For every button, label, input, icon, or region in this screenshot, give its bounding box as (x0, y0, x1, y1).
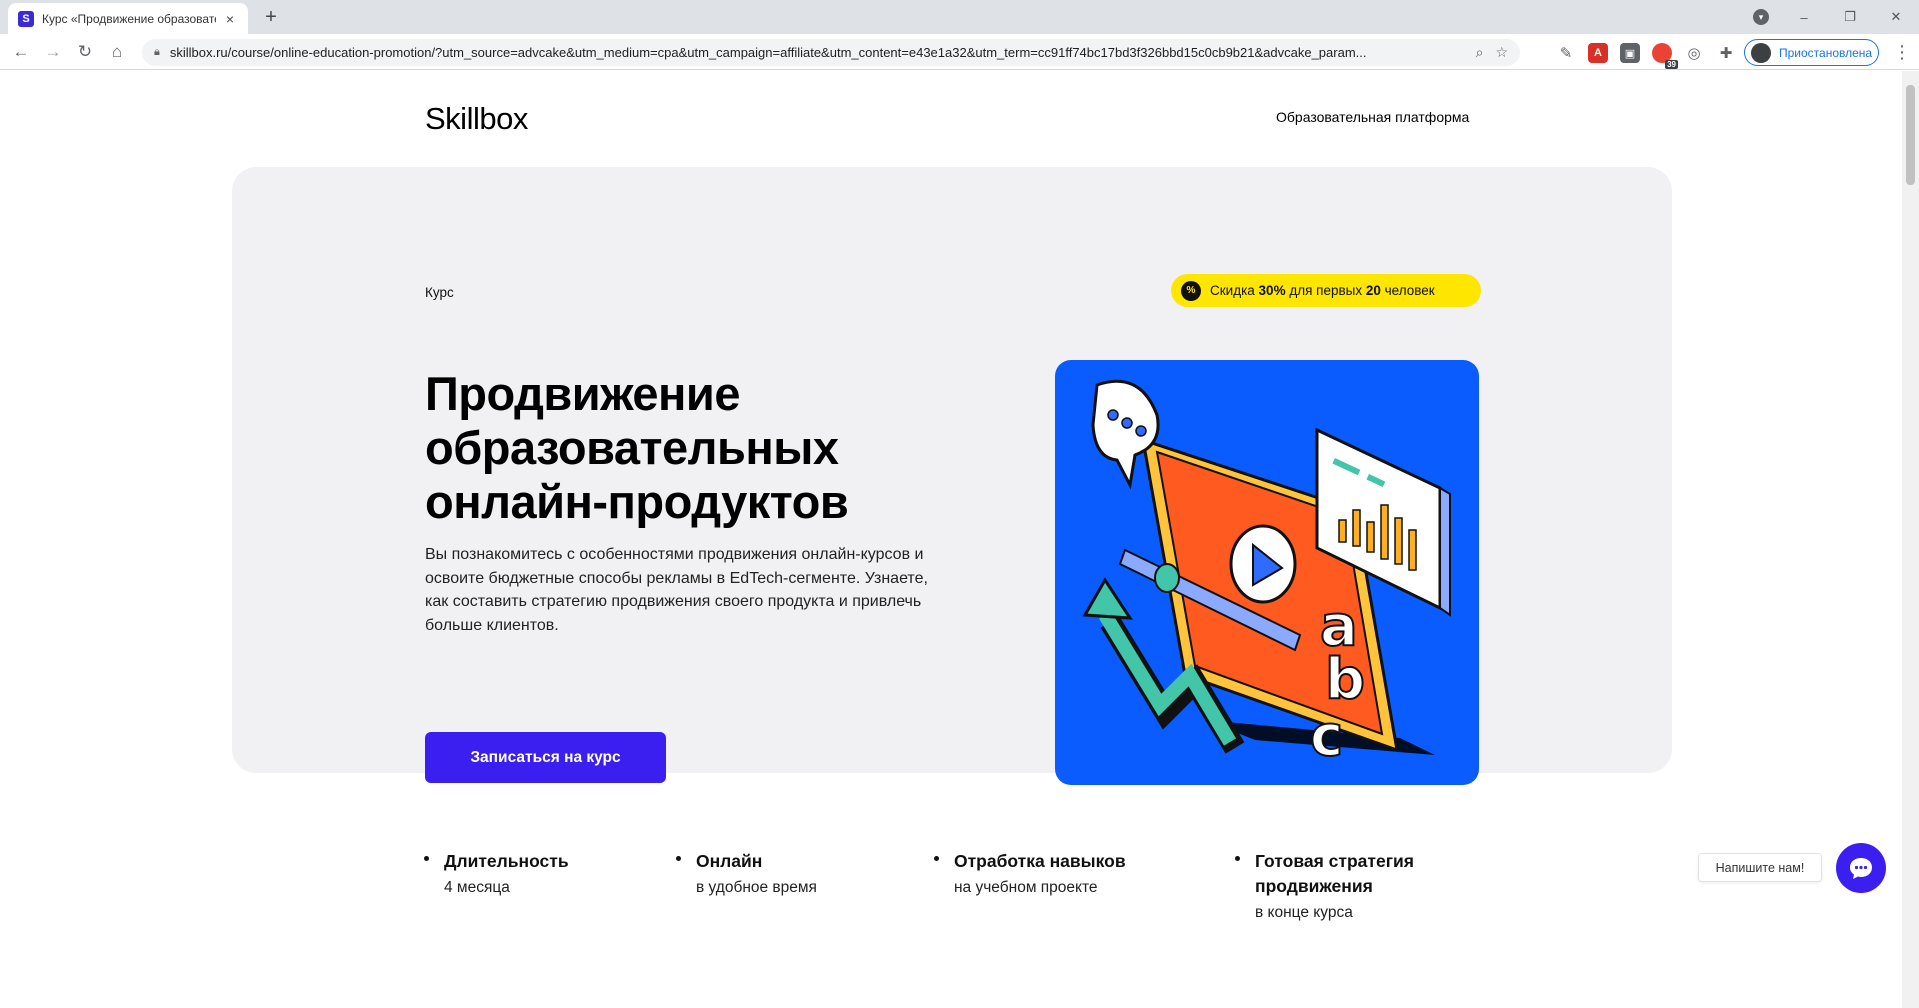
chat-label[interactable]: Напишите нам! (1698, 853, 1822, 882)
pdf-icon[interactable]: A (1588, 43, 1608, 63)
window-controls: – ❐ ✕ (1781, 0, 1919, 34)
scroll-thumb[interactable] (1906, 85, 1915, 185)
feature-strategy: Готовая стратегия продвижения в конце ку… (1235, 849, 1455, 925)
hero-description: Вы познакомитесь с особенностями продвиж… (425, 546, 928, 634)
skillbox-logo[interactable]: Skillbox (425, 101, 528, 137)
maximize-button[interactable]: ❐ (1827, 9, 1873, 25)
new-tab-button[interactable]: + (258, 5, 284, 31)
feature-sub: в удобное время (696, 879, 817, 896)
feature-title: Готовая стратегия продвижения (1255, 851, 1414, 896)
circle-ext-icon[interactable]: ◎ (1684, 43, 1704, 63)
illustration-svg: a b c (1082, 379, 1451, 770)
forward-icon[interactable]: → (40, 39, 66, 65)
minimize-button[interactable]: – (1781, 10, 1827, 25)
bullet-icon (676, 856, 681, 861)
platform-link[interactable]: Образовательная платформа (1276, 109, 1469, 125)
home-icon[interactable]: ⌂ (104, 39, 130, 65)
feature-title: Онлайн (696, 851, 763, 871)
course-illustration: a b c (1055, 360, 1479, 785)
address-bar[interactable]: 🔒︎ skillbox.ru/course/online-education-p… (142, 39, 1520, 66)
red-ext-icon[interactable]: 39 (1652, 43, 1678, 69)
discount-suffix: человек (1380, 283, 1435, 298)
skillbox-favicon-icon: S (18, 10, 34, 27)
enroll-button[interactable]: Записаться на курс (425, 732, 666, 783)
bullet-icon (1235, 856, 1240, 861)
close-window-button[interactable]: ✕ (1873, 9, 1919, 25)
page-scrollbar[interactable] (1902, 71, 1919, 1008)
discount-percent: 30% (1258, 283, 1286, 298)
letter-b: b (1325, 647, 1365, 712)
browser-toolbar: ← → ↻ ⌂ 🔒︎ skillbox.ru/course/online-edu… (0, 34, 1919, 70)
tab-bar: S Курс «Продвижение образовательных × + … (0, 0, 1919, 34)
feature-duration: Длительность 4 месяца (424, 849, 569, 900)
chat-button[interactable] (1836, 843, 1886, 893)
profile-label: Приостановлена (1779, 45, 1873, 60)
course-label: Курс (425, 285, 454, 300)
feature-sub: в конце курса (1255, 904, 1353, 921)
reload-icon[interactable]: ↻ (72, 39, 98, 65)
puzzle-icon[interactable]: ✚ (1716, 43, 1736, 63)
ext-icon[interactable]: ▣ (1620, 43, 1640, 63)
avatar (1751, 42, 1771, 63)
bullet-icon (424, 856, 429, 861)
feature-sub: на учебном проекте (954, 879, 1098, 896)
url-text[interactable]: skillbox.ru/course/online-education-prom… (170, 45, 1464, 60)
page-viewport: Skillbox Образовательная платформа Курс … (0, 71, 1902, 1008)
feature-title: Отработка навыков (954, 851, 1126, 871)
discount-count: 20 (1365, 283, 1381, 298)
hero-section: Курс % Скидка 30% для первых 20 человек … (232, 167, 1672, 785)
discount-badge: % Скидка 30% для первых 20 человек (1171, 274, 1481, 307)
feature-online: Онлайн в удобное время (676, 849, 817, 900)
lock-icon[interactable]: 🔒︎ (154, 46, 160, 59)
feature-sub: 4 месяца (444, 879, 510, 896)
back-icon[interactable]: ← (8, 39, 34, 65)
discount-prefix: Скидка (1210, 283, 1259, 298)
tab-close-icon[interactable]: × (222, 11, 238, 27)
ext-badge: 39 (1665, 60, 1678, 69)
tab-title: Курс «Продвижение образовательных (42, 11, 216, 26)
discount-middle: для первых (1285, 283, 1366, 298)
bullet-icon (934, 856, 939, 861)
bookmark-star-icon[interactable]: ☆ (1495, 44, 1508, 61)
profile-button[interactable]: Приостановлена (1744, 39, 1879, 66)
browser-menu-icon[interactable]: ⋮ (1892, 39, 1912, 65)
browser-tab[interactable]: S Курс «Продвижение образовательных × (8, 3, 248, 34)
discount-text: Скидка 30% для первых 20 человек (1210, 283, 1435, 298)
page-title: Продвижение образовательных онлайн-проду… (425, 367, 849, 528)
feature-practice: Отработка навыков на учебном проекте (934, 849, 1126, 900)
feature-title: Длительность (444, 851, 569, 871)
zoom-icon[interactable]: ⌕ (1476, 44, 1484, 61)
eyedropper-icon[interactable]: ✎ (1556, 43, 1576, 63)
letter-c: c (1310, 704, 1343, 769)
chat-bubble-icon (1850, 858, 1872, 879)
tab-search-icon[interactable]: ▾ (1753, 9, 1769, 25)
percent-icon: % (1181, 280, 1201, 301)
